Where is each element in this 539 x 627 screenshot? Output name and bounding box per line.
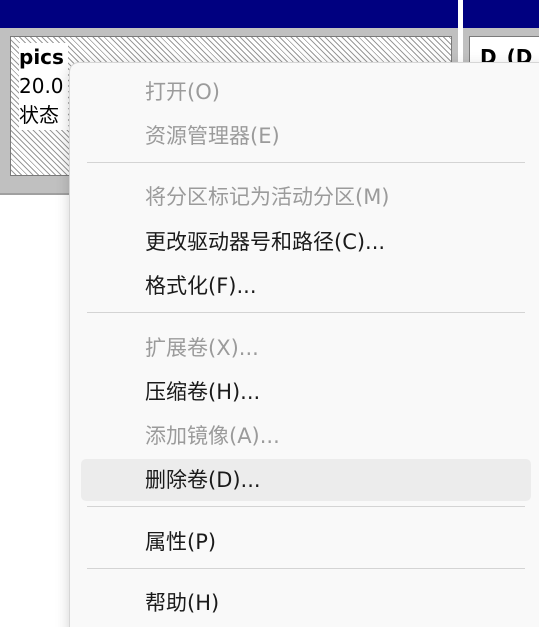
volume-pics-info: pics 20.0 状态 (19, 43, 68, 130)
menu-item-mark-active: 将分区标记为活动分区(M) (81, 176, 531, 218)
menu-item-extend-volume: 扩展卷(X)... (81, 327, 531, 369)
menu-item-change-drive-letter[interactable]: 更改驱动器号和路径(C)... (81, 221, 531, 263)
menu-item-help[interactable]: 帮助(H) (81, 582, 531, 624)
menu-item-delete-volume[interactable]: 删除卷(D)... (81, 459, 531, 501)
menu-separator (87, 312, 525, 313)
menu-item-format[interactable]: 格式化(F)... (81, 265, 531, 307)
menu-item-properties[interactable]: 属性(P) (81, 521, 531, 563)
menu-item-explorer: 资源管理器(E) (81, 115, 531, 157)
context-menu: 打开(O) 资源管理器(E) 将分区标记为活动分区(M) 更改驱动器号和路径(C… (69, 62, 539, 627)
menu-separator (87, 568, 525, 569)
menu-item-label: 帮助(H) (145, 591, 220, 615)
menu-item-label: 打开(O) (145, 80, 220, 104)
menu-item-open: 打开(O) (81, 71, 531, 113)
disk-management-window: pics 20.0 状态 D_(D 打开(O) 资源管理器(E) 将分区标记为活… (0, 0, 539, 627)
menu-item-shrink-volume[interactable]: 压缩卷(H)... (81, 371, 531, 413)
volume-size: 20.0 (19, 74, 64, 98)
menu-item-label: 添加镜像(A)... (145, 424, 280, 448)
menu-item-add-mirror: 添加镜像(A)... (81, 415, 531, 457)
menu-item-label: 扩展卷(X)... (145, 336, 259, 360)
volume-name: pics (19, 45, 64, 69)
menu-item-label: 压缩卷(H)... (145, 380, 261, 404)
volume-status: 状态 (19, 103, 59, 127)
partition-header-bar-right (463, 0, 539, 28)
menu-separator (87, 162, 525, 163)
menu-separator (87, 506, 525, 507)
menu-item-label: 格式化(F)... (145, 274, 257, 298)
menu-item-label: 删除卷(D)... (145, 468, 261, 492)
menu-item-label: 将分区标记为活动分区(M) (145, 185, 390, 209)
menu-item-label: 更改驱动器号和路径(C)... (145, 230, 386, 254)
menu-item-label: 资源管理器(E) (145, 124, 280, 148)
partition-header-bar (0, 0, 458, 28)
menu-item-label: 属性(P) (145, 530, 217, 554)
